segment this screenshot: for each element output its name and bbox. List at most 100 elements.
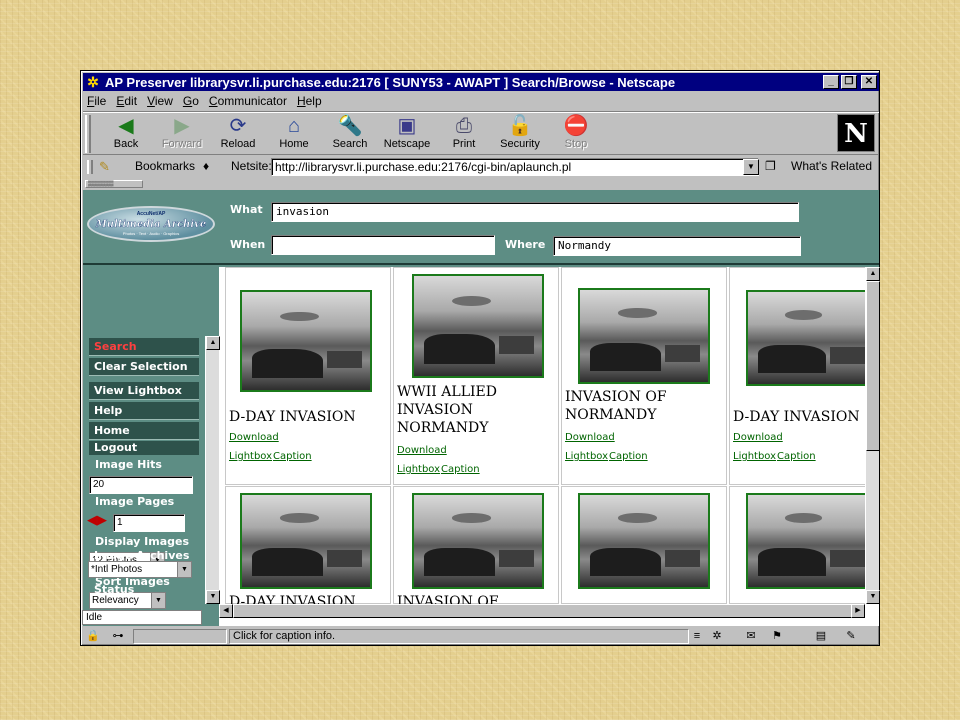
download-link[interactable]: Download [565, 432, 615, 443]
result-thumbnail[interactable] [746, 290, 872, 386]
menu-help[interactable]: Help [297, 94, 322, 108]
url-input[interactable]: http://librarysvr.li.purchase.edu:2176/c… [271, 158, 759, 176]
security-status-icon[interactable]: 🔒 [85, 630, 101, 643]
lightbox-link[interactable]: Lightbox [565, 451, 608, 462]
sort-images-value: Relevancy [92, 595, 139, 606]
download-link[interactable]: Download [229, 432, 279, 443]
result-thumbnail[interactable] [412, 274, 544, 378]
result-thumbnail[interactable] [412, 493, 544, 589]
home-label: Home [279, 138, 309, 150]
navigator-icon[interactable]: ✲ [709, 630, 725, 643]
result-thumbnail[interactable] [746, 493, 872, 589]
back-button[interactable]: ◀ Back [97, 114, 155, 154]
caption-link[interactable]: Caption [609, 451, 648, 462]
chevron-down-icon[interactable]: ▼ [151, 593, 165, 608]
download-link[interactable]: Download [733, 432, 783, 443]
security-label: Security [500, 138, 540, 150]
toolbar-grip[interactable] [85, 115, 91, 153]
home-button[interactable]: ⌂ Home [265, 114, 323, 154]
menu-view[interactable]: View [147, 94, 173, 108]
sidebar-bottom-area [83, 612, 219, 626]
security-button[interactable]: 🔓 Security [491, 114, 549, 154]
component-bar-icon[interactable]: ≡ [689, 630, 705, 643]
composer-icon[interactable]: ✎ [843, 630, 859, 643]
image-hits-input[interactable]: 20 [89, 476, 193, 494]
url-dropdown-button[interactable]: ▼ [743, 159, 759, 175]
when-input[interactable] [271, 235, 495, 255]
nav-view-lightbox[interactable]: View Lightbox [89, 382, 199, 400]
nav-home[interactable]: Home [89, 422, 199, 440]
results-grid: D-DAY INVASION Download Lightbox Caption… [219, 267, 880, 626]
bookmarks-button[interactable]: Bookmarks [135, 159, 195, 173]
connection-status-icon[interactable]: ⊶ [105, 630, 131, 643]
locbar-grip[interactable] [87, 160, 93, 174]
maximize-button[interactable]: ❐ [841, 75, 857, 89]
menu-go[interactable]: Go [183, 94, 199, 108]
lightbox-link[interactable]: Lightbox [229, 451, 272, 462]
stop-button[interactable]: ⛔ Stop [547, 114, 605, 154]
chevron-down-icon[interactable]: ▼ [177, 562, 191, 577]
nav-search[interactable]: Search [89, 338, 199, 356]
forward-button[interactable]: ▶ Forward [153, 114, 211, 154]
reload-button[interactable]: ⟳ Reload [209, 114, 267, 154]
search-icon: 🔦 [337, 115, 363, 137]
sort-images-select[interactable]: Relevancy ▼ [89, 592, 166, 609]
scroll-down-button[interactable]: ▼ [866, 590, 880, 604]
sidebar-scroll-up-button[interactable]: ▲ [206, 336, 220, 350]
print-button[interactable]: ⎙ Print [435, 114, 493, 154]
result-thumbnail[interactable] [578, 493, 710, 589]
what-input[interactable]: invasion [271, 202, 799, 222]
netscape-logo[interactable]: N [837, 114, 875, 152]
bookmarks-icon[interactable]: ✎ [99, 159, 110, 175]
caption-link[interactable]: Caption [441, 464, 480, 475]
result-cell: D-DAY INVASION Download Lightbox Caption [225, 267, 391, 485]
menu-communicator[interactable]: Communicator [209, 94, 287, 108]
page-prev-next-arrows-icon[interactable]: ◀▶ [87, 513, 107, 527]
results-vertical-scrollbar[interactable]: ▲ ▼ [865, 267, 880, 604]
result-thumbnail[interactable] [240, 290, 372, 392]
whats-related-icon[interactable]: ❐ [765, 159, 776, 173]
forward-arrow-icon: ▶ [174, 115, 190, 137]
h-scroll-thumb[interactable] [233, 604, 853, 618]
netscape-button[interactable]: ▣ Netscape [378, 114, 436, 154]
where-input[interactable]: Normandy [553, 236, 801, 256]
caption-link[interactable]: Caption [273, 451, 312, 462]
search-form: AccuNet/AP Multimedia Archive Photos · T… [83, 190, 879, 265]
title-bar: ✲ AP Preserver librarysvr.li.purchase.ed… [83, 73, 879, 91]
search-label: Search [332, 138, 368, 150]
scroll-up-button[interactable]: ▲ [866, 267, 880, 281]
collapsed-toolbar-tab[interactable]: ▒▒▒▒▒▒ [85, 180, 143, 188]
nav-logout[interactable]: Logout [89, 441, 199, 455]
scroll-thumb[interactable] [866, 281, 880, 451]
whats-related-button[interactable]: What's Related [791, 159, 872, 173]
image-pages-label: Image Pages [95, 495, 175, 508]
close-button[interactable]: ✕ [861, 75, 877, 89]
newsgroups-icon[interactable]: ⚑ [769, 630, 785, 643]
what-label: What [230, 203, 263, 216]
nav-help[interactable]: Help [89, 402, 199, 420]
result-cell: INVASION OF [393, 486, 559, 610]
menu-file[interactable]: File [87, 94, 106, 108]
lightbox-link[interactable]: Lightbox [397, 464, 440, 475]
result-thumbnail[interactable] [578, 288, 710, 384]
image-archives-select[interactable]: *Intl Photos ▼ [88, 561, 192, 578]
scroll-left-button[interactable]: ◀ [219, 604, 233, 618]
mail-icon[interactable]: ✉ [743, 630, 759, 643]
image-pages-input[interactable]: 1 [113, 514, 185, 532]
lightbox-link[interactable]: Lightbox [733, 451, 776, 462]
result-thumbnail[interactable] [240, 493, 372, 589]
caption-link[interactable]: Caption [777, 451, 816, 462]
download-link[interactable]: Download [397, 445, 447, 456]
results-horizontal-scrollbar[interactable]: ◀ ▶ [219, 604, 865, 618]
address-book-icon[interactable]: ▤ [813, 630, 829, 643]
result-caption: D-DAY INVASION [229, 409, 356, 425]
sidebar-scroll-down-button[interactable]: ▼ [206, 590, 220, 604]
nav-clear-selection[interactable]: Clear Selection [89, 358, 199, 376]
minimize-button[interactable]: _ [823, 75, 839, 89]
netscape-window-icon[interactable]: ✲ [85, 74, 101, 90]
sidebar-vertical-scrollbar[interactable]: ▲ ▼ [205, 336, 220, 604]
menu-edit[interactable]: Edit [116, 94, 137, 108]
location-icon[interactable]: ♦ [203, 159, 209, 173]
scroll-right-button[interactable]: ▶ [851, 604, 865, 618]
search-toolbar-button[interactable]: 🔦 Search [321, 114, 379, 154]
